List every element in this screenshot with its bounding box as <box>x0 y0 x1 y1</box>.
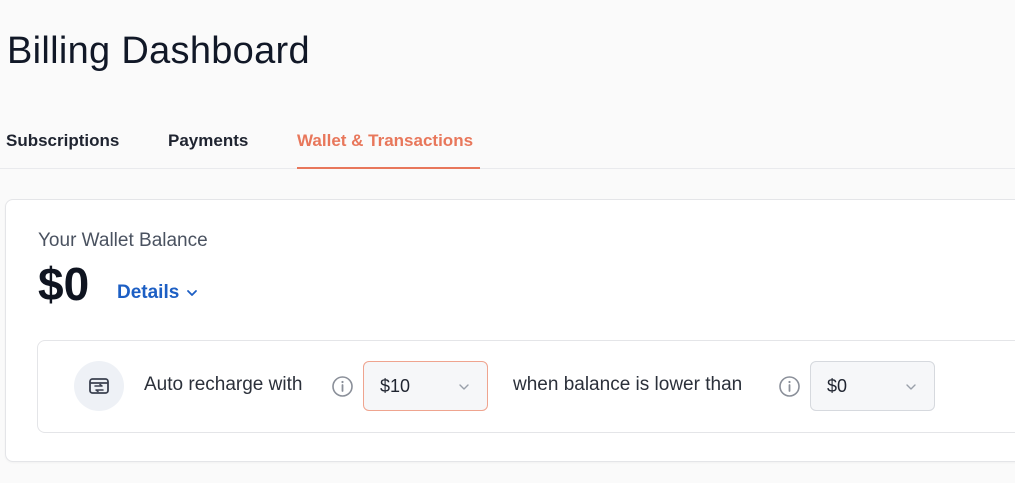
auto-recharge-label: Auto recharge with <box>144 374 303 395</box>
wallet-balance-amount: $0 <box>38 258 90 310</box>
auto-recharge-panel: Auto recharge with $10 when balance is l… <box>37 340 1015 433</box>
threshold-select[interactable]: $0 <box>810 361 935 411</box>
page-title: Billing Dashboard <box>7 30 310 72</box>
recharge-icon <box>74 361 124 411</box>
info-icon[interactable] <box>778 375 801 398</box>
details-label: Details <box>117 282 180 303</box>
chevron-down-icon <box>187 290 198 296</box>
recharge-amount-select[interactable]: $10 <box>363 361 488 411</box>
tab-payments[interactable]: Payments <box>168 131 248 169</box>
details-toggle[interactable]: Details <box>117 282 199 304</box>
wallet-card: Your Wallet Balance $0 Details Auto rech… <box>5 199 1015 462</box>
info-icon[interactable] <box>331 375 354 398</box>
threshold-label: when balance is lower than <box>513 374 743 395</box>
chevron-down-icon <box>906 384 916 390</box>
recharge-amount-value: $10 <box>380 375 411 396</box>
chevron-down-icon <box>459 384 469 390</box>
threshold-value: $0 <box>827 375 848 396</box>
wallet-balance-label: Your Wallet Balance <box>38 230 208 251</box>
tab-subscriptions[interactable]: Subscriptions <box>6 131 119 169</box>
tab-bar: Subscriptions Payments Wallet & Transact… <box>0 118 1015 169</box>
tab-wallet-transactions[interactable]: Wallet & Transactions <box>297 131 480 169</box>
